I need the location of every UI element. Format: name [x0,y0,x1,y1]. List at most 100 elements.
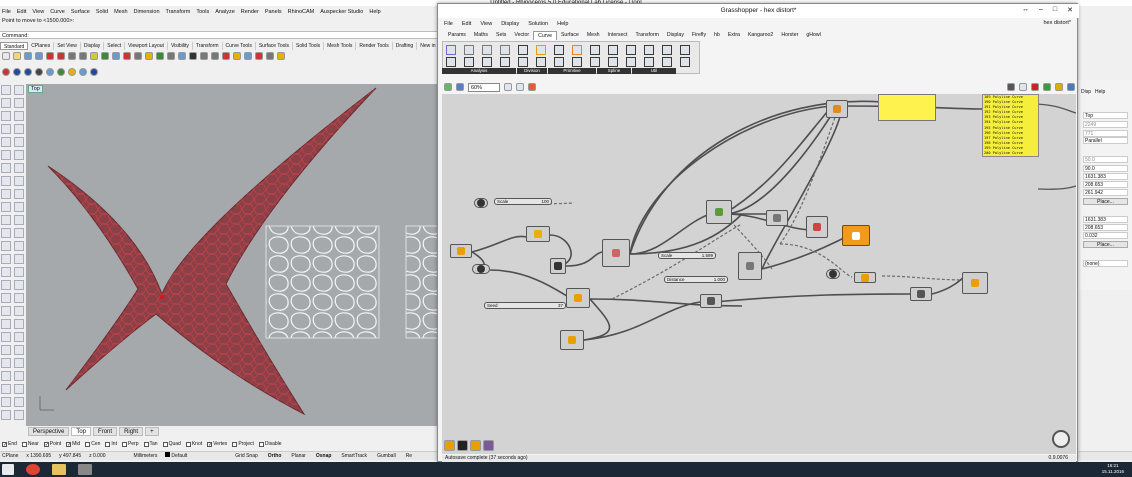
toolbar-icon[interactable] [266,52,274,60]
component-node[interactable] [826,269,840,279]
toolbar-icon[interactable] [123,52,131,60]
camera-z-field[interactable]: 261.942 [1083,189,1128,196]
place-target-button[interactable]: Place... [1083,241,1128,248]
display-mode-icon[interactable] [46,68,54,76]
curve-tool-icon[interactable] [518,45,528,55]
tool-icon[interactable] [14,137,24,147]
preview-off-icon[interactable] [1007,83,1015,91]
close-icon[interactable]: ✕ [1067,6,1073,14]
component-node[interactable] [474,198,488,208]
tool-icon[interactable] [14,124,24,134]
gh-tab-kangaroo2[interactable]: Kangaroo2 [744,31,777,40]
menu-item-tools[interactable]: Tools [196,8,209,17]
tool-icon[interactable] [1,228,11,238]
toolbar-icon[interactable] [167,52,175,60]
curve-list-panel[interactable]: 189 Polyline Curve 190 Polyline Curve 191 … [982,94,1039,157]
toolbar-icon[interactable] [13,52,21,60]
tool-icon[interactable] [1,254,11,264]
curve-tool-icon[interactable] [590,57,600,67]
gh-tab-params[interactable]: Params [444,31,470,40]
osnap-perp[interactable]: Perp [121,440,139,449]
gh-menu-file[interactable]: File [444,20,453,28]
curve-tool-icon[interactable] [662,57,672,67]
osnap-disable[interactable]: Disable [258,440,282,449]
command-line[interactable]: Command: [0,31,440,39]
preview-eye-icon[interactable] [516,83,524,91]
gh-menu-view[interactable]: View [480,20,492,28]
component-node[interactable] [854,272,876,283]
wallpaper-field[interactable]: (none) [1083,260,1128,267]
display-mode-icon[interactable] [79,68,87,76]
tool-icon[interactable] [14,293,24,303]
toolbar-icon[interactable] [145,52,153,60]
compass-icon[interactable] [1052,430,1070,448]
gh-menu-solution[interactable]: Solution [528,20,548,28]
curve-tool-icon[interactable] [572,57,582,67]
curve-tool-icon[interactable] [554,45,564,55]
tool-icon[interactable] [1,150,11,160]
toolbar-icon[interactable] [35,52,43,60]
toolbar-tab-solid-tools[interactable]: Solid Tools [293,42,325,50]
target-y-field[interactable]: 208.653 [1083,224,1128,231]
seed-slider[interactable]: Seed 37 [484,302,566,309]
tool-icon[interactable] [1,202,11,212]
curve-tool-icon[interactable] [626,45,636,55]
osnap-checkbox[interactable] [143,442,149,447]
target-z-field[interactable]: 0.032 [1083,232,1128,239]
osnap-checkbox[interactable] [162,442,168,447]
widget-icon[interactable] [457,440,468,451]
toolbar-icon[interactable] [112,52,120,60]
osnap-checkbox[interactable] [85,442,91,447]
widget-icon[interactable] [470,440,481,451]
toolbar-tab-set-view[interactable]: Set View [54,42,81,50]
tool-icon[interactable] [14,410,24,420]
tool-icon[interactable] [14,397,24,407]
osnap-project[interactable]: Project [232,440,254,449]
top-viewport[interactable] [26,84,438,426]
toolbar-icon[interactable] [211,52,219,60]
tool-icon[interactable] [1,111,11,121]
component-node[interactable] [700,294,722,308]
tool-icon[interactable] [1,215,11,225]
lens-field[interactable]: 50.0 [1083,156,1128,163]
tool-icon[interactable] [1,410,11,420]
maximize-icon[interactable]: □ [1053,6,1057,14]
curve-tool-icon[interactable] [482,45,492,55]
osnap-end[interactable]: ✓ End [2,440,17,449]
toolbar-icon[interactable] [101,52,109,60]
toolbar-tab-display[interactable]: Display [81,42,105,50]
bake-icon[interactable] [1055,83,1063,91]
status-toggle-grid-snap[interactable]: Grid Snap [235,452,258,460]
curve-tool-icon[interactable] [608,45,618,55]
component-node[interactable] [550,258,566,274]
osnap-checkbox[interactable]: ✓ [207,442,212,448]
tool-icon[interactable] [1,293,11,303]
status-toggle-planar[interactable]: Planar [291,452,305,460]
viewport-tab-right[interactable]: Right [119,427,144,436]
gh-tab-mesh[interactable]: Mesh [583,31,604,40]
tool-icon[interactable] [14,241,24,251]
tab-display[interactable]: Disp [1081,89,1091,95]
osnap-mid[interactable]: ✓ Mid [66,440,80,449]
toolbar-tab-mesh-tools[interactable]: Mesh Tools [324,42,357,50]
toolbar-icon[interactable] [189,52,197,60]
viewport-title[interactable]: Top [28,85,43,93]
minimize-icon[interactable]: – [1039,6,1043,14]
menu-item-analyze[interactable]: Analyze [215,8,235,17]
distance-slider[interactable]: Distance 1.000 [664,276,728,283]
toolbar-icon[interactable] [79,52,87,60]
tool-icon[interactable] [1,124,11,134]
tool-icon[interactable] [1,241,11,251]
curve-tool-icon[interactable] [536,57,546,67]
display-mode-icon[interactable] [57,68,65,76]
curve-tool-icon[interactable] [464,57,474,67]
tool-icon[interactable] [14,189,24,199]
toolbar-tab-standard[interactable]: Standard [0,42,29,50]
gh-tab-vector[interactable]: Vector [510,31,533,40]
tool-icon[interactable] [14,345,24,355]
osnap-checkbox[interactable]: ✓ [2,442,7,448]
osnap-cen[interactable]: Cen [85,440,100,449]
camera-y-field[interactable]: 208.653 [1083,181,1128,188]
toolbar-tab-select[interactable]: Select [104,42,126,50]
tool-icon[interactable] [1,384,11,394]
